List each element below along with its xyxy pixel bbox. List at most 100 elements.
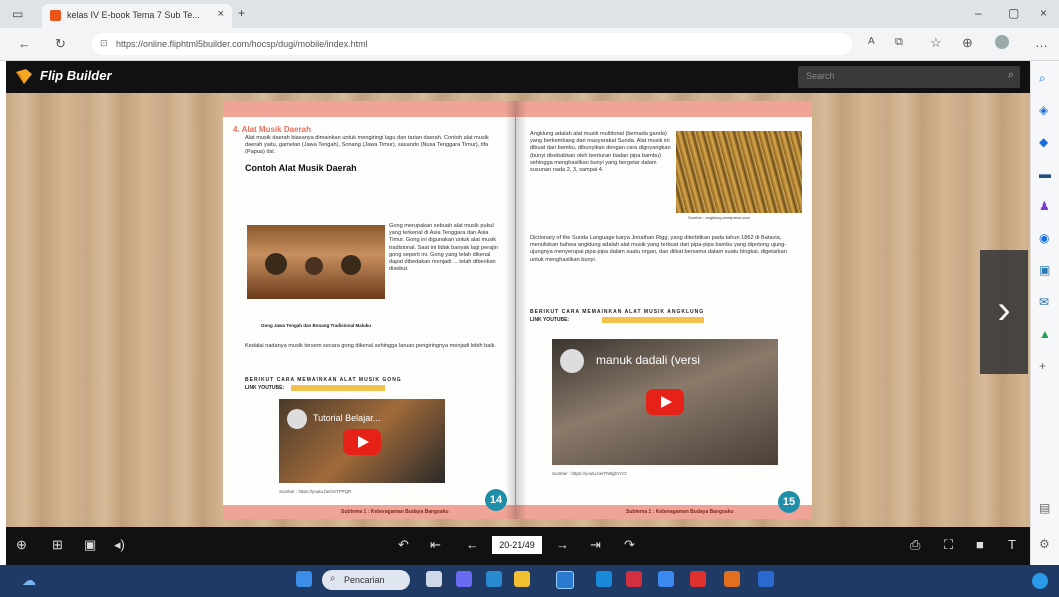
sound-icon[interactable]: ◂) [114, 537, 125, 553]
notification-icon[interactable] [1032, 573, 1048, 589]
video-source: Sumber : https://youtu.be/TN8gbYCO [552, 471, 627, 476]
video-link[interactable] [602, 317, 704, 323]
tree-icon[interactable]: ▲ [1039, 327, 1051, 341]
read-aloud-icon[interactable]: A [868, 36, 875, 47]
section-heading: Contoh Alat Musik Daerah [245, 163, 357, 173]
tools-icon[interactable]: ▬ [1039, 167, 1051, 181]
app-icon[interactable] [626, 571, 642, 587]
shopping-icon[interactable]: ◆ [1039, 135, 1048, 149]
word-icon[interactable] [758, 571, 774, 587]
thumbnails-icon[interactable]: ⊞ [52, 537, 63, 553]
intro-paragraph: Alat musik daerah biasanya dimainkan unt… [245, 135, 489, 156]
taskbar-search[interactable]: ⌕ Pencarian [322, 570, 410, 590]
more-menu-icon[interactable]: … [1035, 35, 1048, 50]
outlook-icon[interactable]: ✉ [1039, 295, 1049, 309]
gong-paragraph: Gong merupakan sebuah alat musik pukul y… [389, 223, 498, 273]
video-link[interactable] [291, 385, 385, 391]
book-spine-shadow [505, 101, 527, 519]
print-icon[interactable]: ⎙ [910, 537, 920, 553]
extensions-icon[interactable]: ⧉ [895, 36, 903, 49]
office-icon[interactable]: ▣ [1039, 263, 1050, 277]
video-title: Tutorial Belajar... [313, 413, 381, 423]
maximize-button[interactable]: ▢ [1008, 6, 1019, 20]
fullscreen-icon[interactable]: ⛶ [944, 537, 953, 553]
video-heading: BERIKUT CARA MEMAINKAN ALAT MUSIK ANGKLU… [530, 309, 705, 315]
store-icon[interactable] [596, 571, 612, 587]
task-view-icon[interactable] [426, 571, 442, 587]
next-page-button[interactable]: › [980, 250, 1028, 374]
image-caption: Sumber : angklung.wordpress.com [688, 215, 750, 220]
tab-title: kelas IV E-book Tema 7 Sub Te... [67, 10, 200, 20]
favorites-icon[interactable]: ☆ [930, 35, 942, 51]
url-text: https://online.fliphtml5builder.com/hocs… [116, 39, 368, 49]
back-icon[interactable]: ← [18, 36, 31, 51]
add-icon[interactable]: + [1039, 359, 1046, 373]
browser-sidebar: ⌕ ◈ ◆ ▬ ♟ ◉ ▣ ✉ ▲ + ▤ ⚙ [1030, 61, 1059, 581]
first-page-icon[interactable]: ⇤ [430, 537, 441, 553]
profile-avatar[interactable] [995, 35, 1009, 49]
new-tab-button[interactable]: + [238, 6, 245, 20]
collections-icon[interactable]: ⊕ [962, 35, 973, 51]
page-number-input[interactable]: 20-21/49 [492, 536, 542, 554]
browser-tab[interactable]: kelas IV E-book Tema 7 Sub Te... × [42, 4, 232, 28]
section-title: 4. Alat Musik Daerah [233, 125, 311, 134]
book-search-input[interactable]: Search ⌕ [798, 66, 1020, 88]
youtube-icon[interactable] [690, 571, 706, 587]
search-icon: ⌕ [330, 573, 336, 584]
url-field[interactable]: ⊡ https://online.fliphtml5builder.com/ho… [92, 33, 852, 55]
search-icon[interactable]: ⌕ [1039, 71, 1046, 86]
start-icon[interactable] [296, 571, 312, 587]
zoom-icon[interactable]: ⊕ [16, 537, 27, 553]
redo-icon[interactable]: ↷ [624, 537, 635, 553]
video-link-label: LINK YOUTUBE: [245, 385, 285, 391]
video-heading: BERIKUT CARA MEMAINKAN ALAT MUSIK GONG [245, 377, 402, 383]
copilot-icon[interactable]: ◉ [1039, 231, 1049, 245]
settings-icon[interactable]: ⚙ [1039, 537, 1050, 551]
book-page-right[interactable]: Angklung adalah alat musik multitonal (b… [516, 101, 812, 519]
video-embed[interactable]: Tutorial Belajar... [279, 399, 445, 483]
window-close-button[interactable]: × [1040, 6, 1047, 20]
teams-icon[interactable] [456, 571, 472, 587]
channel-avatar [560, 349, 584, 373]
flip-builder-logo-icon [16, 69, 32, 84]
channel-avatar [287, 409, 307, 429]
page-number: 15 [778, 491, 800, 513]
text-icon[interactable]: T [1008, 537, 1016, 552]
edge-icon[interactable] [486, 571, 502, 587]
panel-icon[interactable]: ▤ [1039, 501, 1050, 515]
youtube-play-icon[interactable] [646, 389, 684, 415]
favicon-icon [50, 10, 61, 21]
page-header-band [516, 101, 812, 117]
tab-actions-icon[interactable]: ▭ [12, 7, 23, 21]
games-icon[interactable]: ♟ [1039, 199, 1050, 213]
tab-close-button[interactable]: × [218, 8, 224, 20]
undo-icon[interactable]: ↶ [398, 537, 409, 553]
chrome-icon[interactable] [658, 571, 674, 587]
search-placeholder: Search [806, 71, 835, 81]
next-page-icon[interactable]: → [556, 537, 569, 552]
page-footer-band: Subtema 1 : Keberagaman Budaya Bangsaku [223, 505, 515, 519]
discover-icon[interactable]: ◈ [1039, 103, 1048, 117]
search-icon[interactable]: ⌕ [1008, 69, 1014, 82]
edge-active-icon[interactable] [556, 571, 574, 589]
previous-page-icon[interactable]: ← [466, 537, 479, 552]
history-paragraph: Dictionary of the Sunda Language karya J… [530, 235, 787, 263]
angklung-image [676, 131, 802, 213]
gong-shape [341, 255, 361, 275]
book-page-left[interactable]: 4. Alat Musik Daerah Alat musik daerah b… [223, 101, 515, 519]
gong-shape [265, 253, 287, 275]
video-embed[interactable]: manuk dadali (versi [552, 339, 778, 465]
weather-icon[interactable]: ☁ [22, 572, 36, 589]
office-app-icon[interactable] [724, 571, 740, 587]
file-explorer-icon[interactable] [514, 571, 530, 587]
share-icon[interactable]: ■ [976, 537, 984, 552]
minimize-button[interactable]: – [975, 6, 982, 20]
video-title: manuk dadali (versi [596, 353, 701, 367]
gong-image [247, 225, 385, 299]
bookmark-icon[interactable]: ▣ [84, 537, 96, 553]
video-link-label: LINK YOUTUBE: [530, 317, 570, 323]
refresh-icon[interactable]: ↻ [55, 36, 66, 52]
youtube-play-icon[interactable] [343, 429, 381, 455]
last-page-icon[interactable]: ⇥ [590, 537, 601, 553]
page-footer-band: Subtema 1 : Keberagaman Budaya Bangsaku [516, 505, 812, 519]
